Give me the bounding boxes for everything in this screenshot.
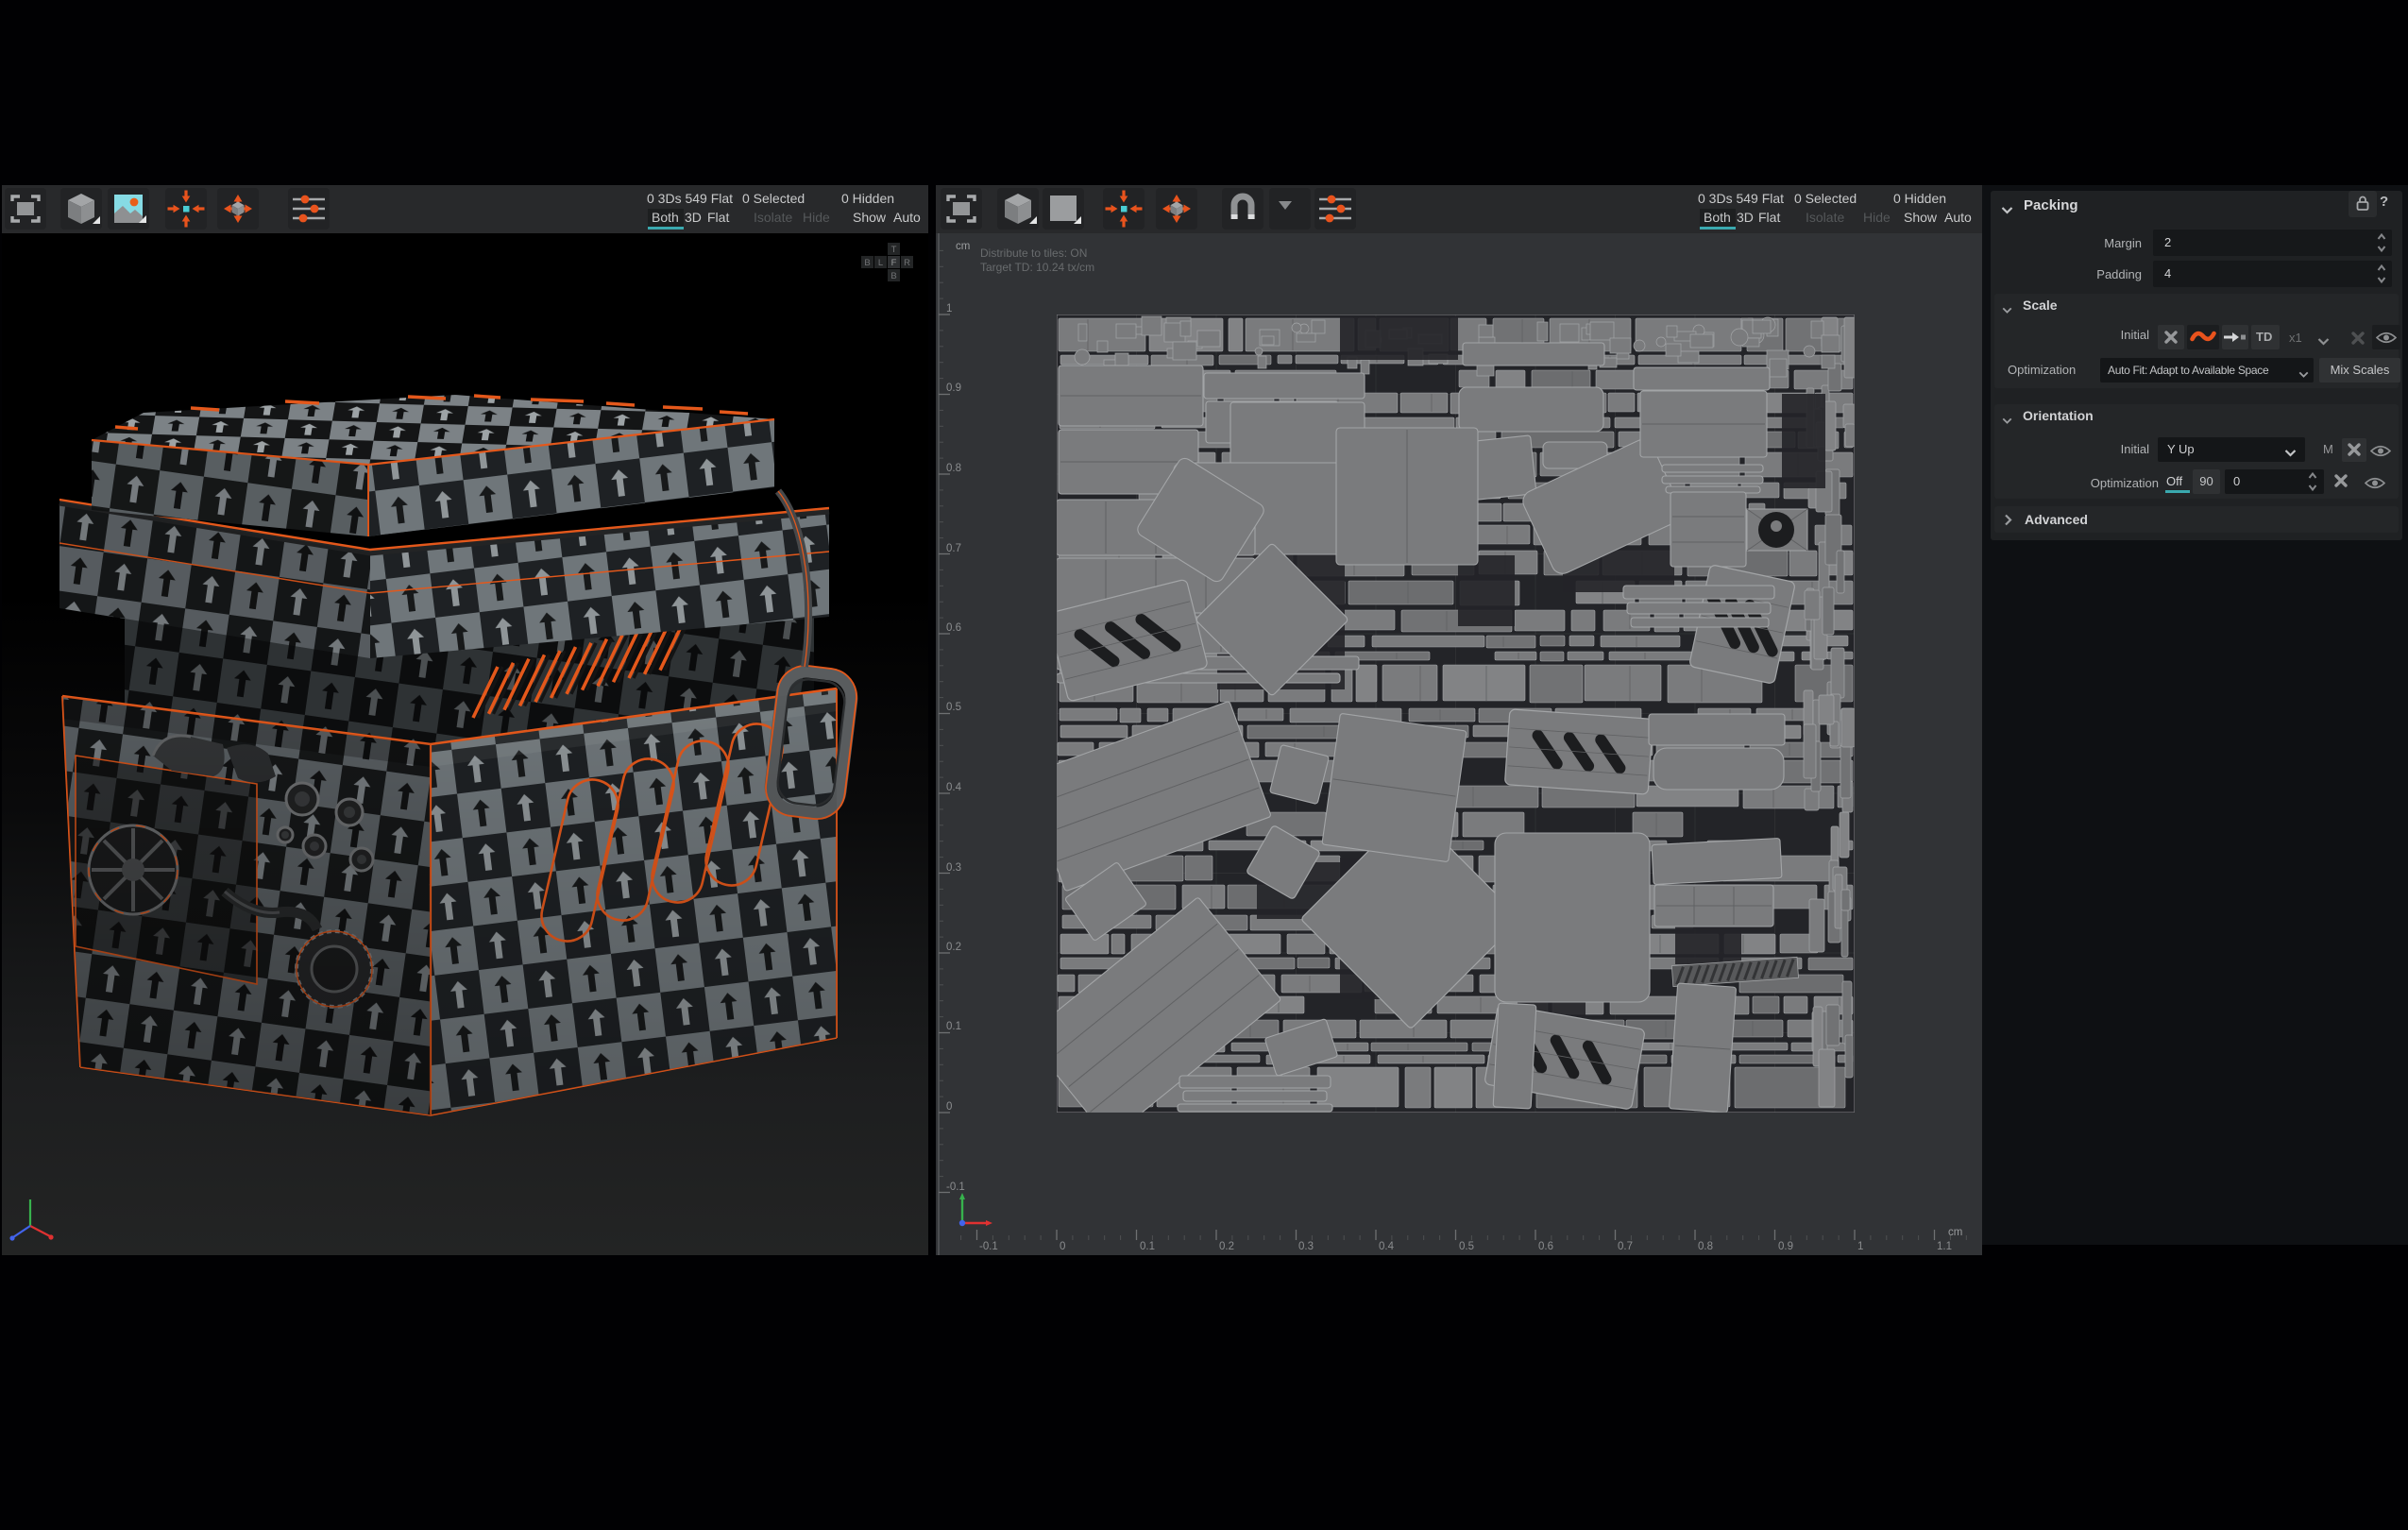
svg-text:0.9: 0.9 [946,382,961,394]
svg-text:0.1: 0.1 [946,1021,961,1032]
svg-text:0.9: 0.9 [1778,1241,1793,1252]
svg-text:R: R [904,258,910,268]
svg-text:0.6: 0.6 [946,622,961,634]
svg-text:1: 1 [946,303,952,314]
svg-text:T: T [891,245,897,255]
svg-text:0.2: 0.2 [1219,1241,1234,1252]
svg-text:B: B [864,258,870,268]
svg-text:-0.1: -0.1 [979,1241,998,1252]
svg-text:Distribute to tiles: ON: Distribute to tiles: ON [980,246,1087,260]
svg-text:0.7: 0.7 [946,543,961,554]
svg-text:0.5: 0.5 [946,702,961,713]
svg-text:0.8: 0.8 [946,463,961,474]
svg-text:0.2: 0.2 [946,942,961,953]
svg-text:0.1: 0.1 [1140,1241,1155,1252]
svg-text:0.8: 0.8 [1698,1241,1713,1252]
svg-text:cm: cm [956,241,970,252]
svg-text:B: B [890,271,896,281]
svg-text:0.7: 0.7 [1618,1241,1633,1252]
svg-text:0.4: 0.4 [946,782,962,793]
svg-text:-0.1: -0.1 [946,1182,965,1193]
svg-text:1.1: 1.1 [1937,1241,1952,1252]
svg-text:F: F [891,258,897,268]
svg-text:0.3: 0.3 [946,862,961,874]
svg-text:0.6: 0.6 [1538,1241,1553,1252]
svg-text:0: 0 [1060,1241,1065,1252]
svg-text:0: 0 [946,1101,952,1113]
svg-text:L: L [878,258,883,268]
svg-text:1: 1 [1857,1241,1863,1252]
svg-text:0.3: 0.3 [1298,1241,1314,1252]
svg-text:0.4: 0.4 [1379,1241,1395,1252]
svg-text:Target TD: 10.24 tx/cm: Target TD: 10.24 tx/cm [980,261,1094,274]
svg-text:0.5: 0.5 [1459,1241,1474,1252]
svg-text:cm: cm [1948,1227,1962,1238]
